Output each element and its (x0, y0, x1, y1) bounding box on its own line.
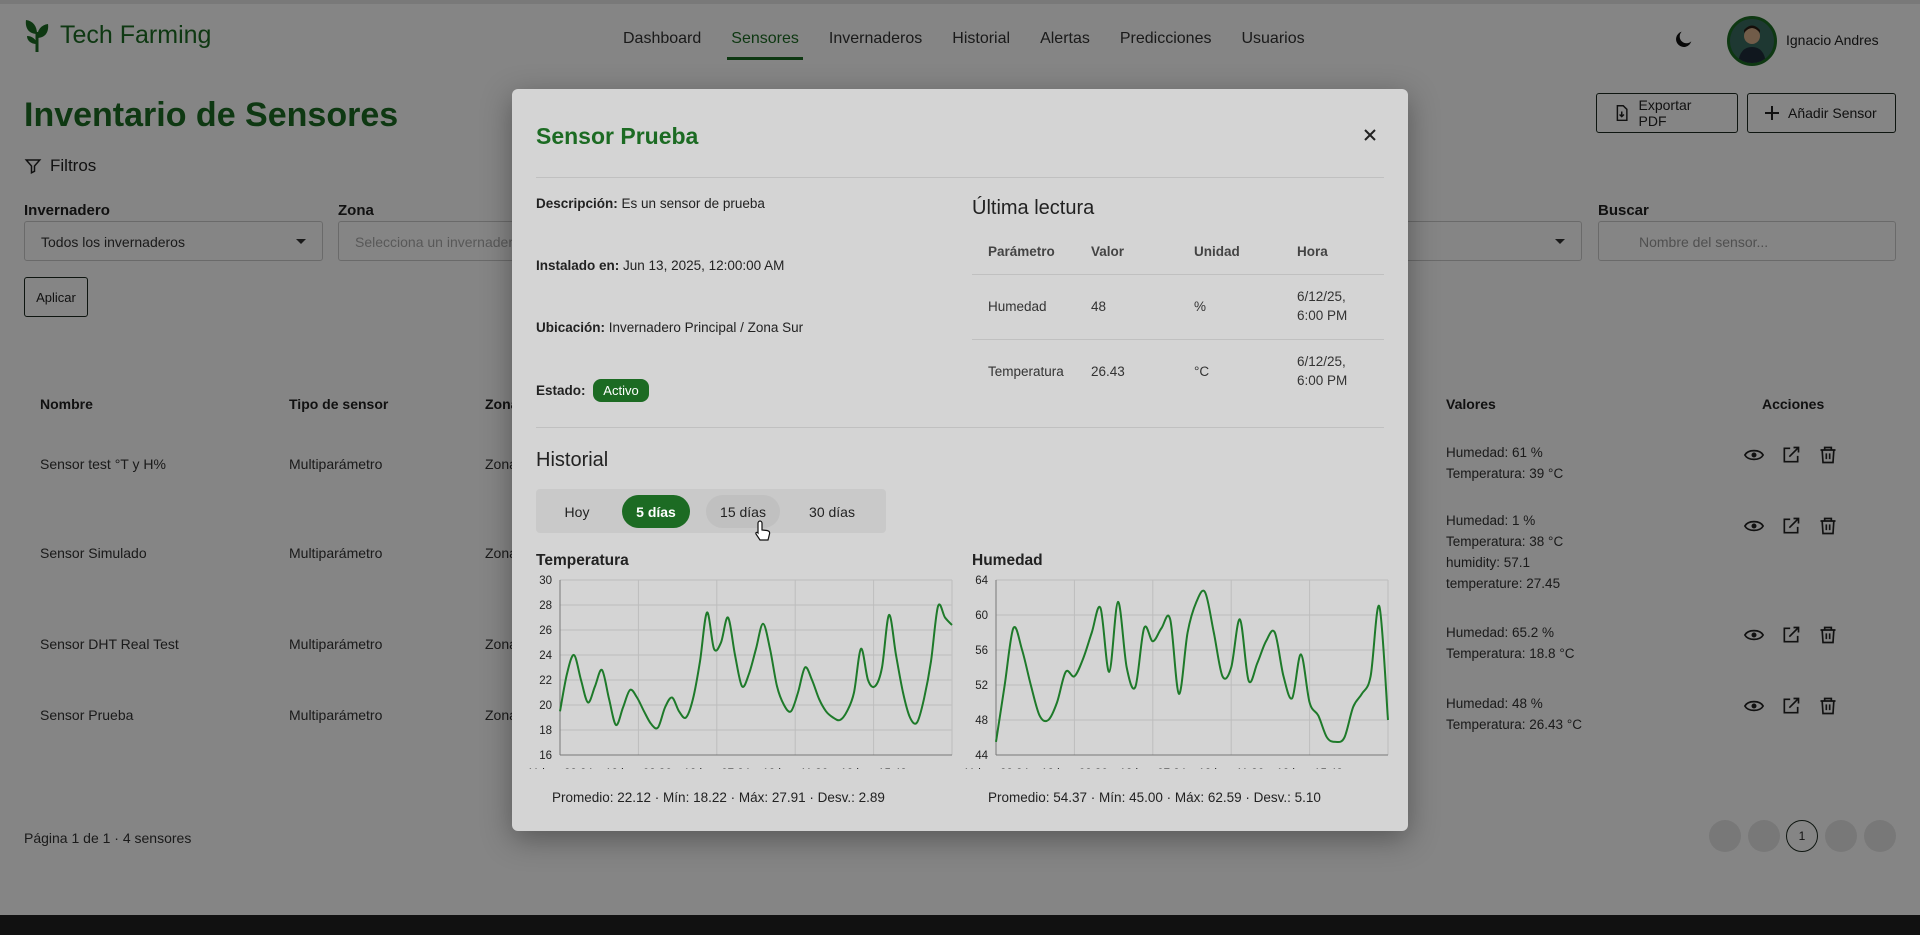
x-tick-label: 12 jun, 02:36 (605, 768, 672, 769)
y-tick-label: 44 (975, 750, 988, 762)
lectura-header-valor: Valor (1091, 244, 1125, 259)
tab-5-dias[interactable]: 5 días (622, 495, 690, 528)
lectura-1-parametro: Humedad (988, 299, 1047, 314)
x-tick-label: 11 jun, 22:24 (963, 768, 1029, 769)
instalado-label: Instalado en: (536, 258, 620, 273)
lectura-2-fecha: 6/12/25, (1297, 354, 1346, 369)
divider (536, 427, 1384, 428)
y-tick-label: 64 (975, 575, 988, 587)
y-tick-label: 26 (539, 625, 552, 637)
bottom-bar (0, 915, 1920, 935)
humidity-chart: 44 48 52 56 60 64 11 jun, 22:24 12 jun, 02:36 12… (963, 575, 1389, 769)
ubicacion-value: Invernadero Principal / Zona Sur (608, 320, 804, 335)
status-badge: Activo (593, 379, 649, 402)
lectura-1-time: 6:00 PM (1297, 308, 1348, 323)
divider (972, 339, 1384, 340)
descripcion-value: Es un sensor de prueba (621, 196, 765, 211)
ubicacion-label: Ubicación: (536, 320, 606, 335)
descripcion-label: Descripción: (536, 196, 618, 211)
temperature-chart: 16 18 20 22 24 26 28 30 11 jun, 22:24 12 jun, 02:… (527, 575, 953, 769)
x-tick-label: 12 jun, 11:36 (1198, 768, 1264, 769)
y-tick-label: 20 (539, 700, 552, 712)
hum-stats: Promedio: 54.37 · Mín: 45.00 · Máx: 62.5… (988, 790, 1321, 805)
divider (536, 177, 1384, 178)
y-tick-label: 24 (539, 650, 552, 662)
series-line (559, 603, 953, 730)
lectura-2-hora: 6/12/25, 6:00 PM (1297, 352, 1347, 390)
pointer-cursor-icon (755, 520, 771, 541)
info-descripcion: Descripción: Es un sensor de prueba (536, 196, 765, 211)
historial-title: Historial (536, 449, 609, 471)
lectura-header-unidad: Unidad (1194, 244, 1240, 259)
x-tick-label: 12 jun, 11:36 (762, 768, 828, 769)
lectura-2-valor: 26.43 (1091, 364, 1125, 379)
x-tick-label: 12 jun, 15:48 (840, 768, 907, 769)
x-tick-label: 12 jun, 07:24 (1120, 768, 1187, 769)
info-ubicacion: Ubicación: Invernadero Principal / Zona … (536, 320, 803, 335)
y-tick-label: 28 (539, 600, 552, 612)
hum-chart-title: Humedad (972, 552, 1043, 569)
ultima-lectura-title: Última lectura (972, 197, 1095, 219)
x-tick-label: 12 jun, 15:48 (1276, 768, 1343, 769)
lectura-1-fecha: 6/12/25, (1297, 289, 1346, 304)
info-estado: Estado: Activo (536, 379, 649, 402)
tab-30-dias[interactable]: 30 días (790, 495, 874, 528)
divider (972, 274, 1384, 275)
instalado-value: Jun 13, 2025, 12:00:00 AM (623, 258, 785, 273)
range-tabs: Hoy 5 días 15 días 30 días (536, 489, 886, 533)
lectura-2-parametro: Temperatura (988, 364, 1064, 379)
y-tick-label: 30 (539, 575, 552, 587)
y-tick-label: 18 (539, 725, 552, 737)
y-tick-label: 56 (975, 645, 988, 657)
lectura-2-unidad: °C (1194, 364, 1210, 379)
lectura-1-unidad: % (1194, 299, 1207, 314)
lectura-2-time: 6:00 PM (1297, 373, 1348, 388)
info-instalado: Instalado en: Jun 13, 2025, 12:00:00 AM (536, 258, 784, 273)
temp-stats: Promedio: 22.12 · Mín: 18.22 · Máx: 27.9… (552, 790, 885, 805)
y-tick-label: 22 (539, 675, 552, 687)
y-tick-label: 48 (975, 715, 988, 727)
y-tick-label: 52 (975, 680, 988, 692)
x-tick-label: 12 jun, 07:24 (684, 768, 751, 769)
estado-label: Estado: (536, 383, 586, 398)
temp-chart-title: Temperatura (536, 552, 629, 569)
x-tick-label: 12 jun, 02:36 (1041, 768, 1108, 769)
y-tick-label: 16 (539, 750, 552, 762)
x-tick-label: 11 jun, 22:24 (527, 768, 593, 769)
y-tick-label: 60 (975, 610, 988, 622)
sensor-detail-modal: Sensor Prueba Descripción: Es un sensor … (512, 89, 1408, 831)
modal-title: Sensor Prueba (536, 123, 699, 149)
lectura-header-parametro: Parámetro (988, 244, 1055, 259)
close-icon[interactable] (1360, 125, 1380, 145)
lectura-header-hora: Hora (1297, 244, 1328, 259)
tab-hoy[interactable]: Hoy (544, 495, 610, 528)
lectura-1-valor: 48 (1091, 299, 1107, 314)
lectura-1-hora: 6/12/25, 6:00 PM (1297, 287, 1347, 325)
series-line (995, 589, 1389, 744)
